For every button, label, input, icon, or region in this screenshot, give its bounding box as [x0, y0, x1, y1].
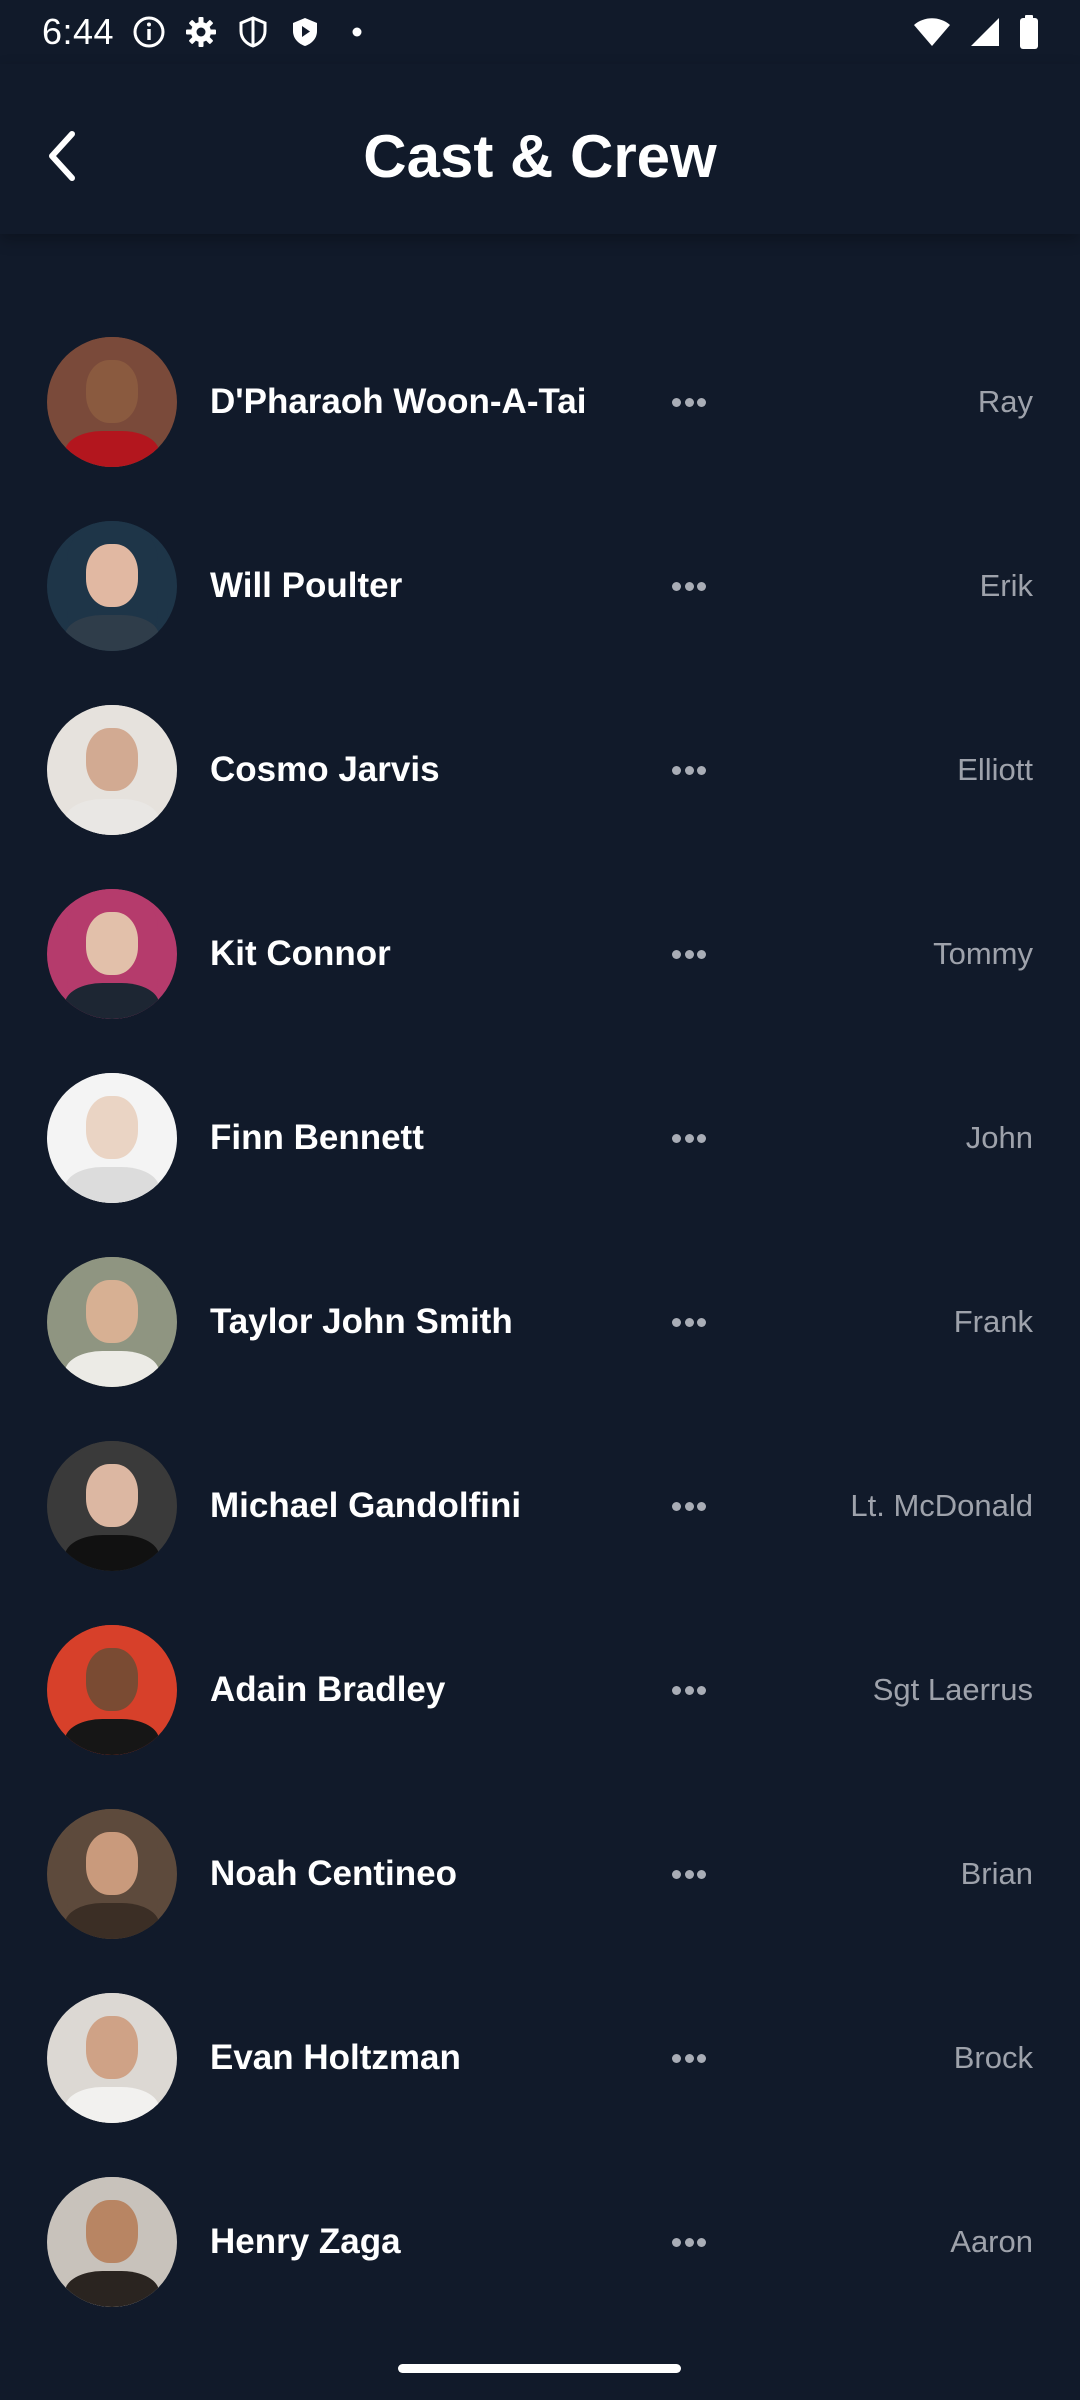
actor-name: D'Pharaoh Woon-A-Tai [210, 382, 587, 421]
avatar [47, 1809, 177, 1939]
actor-name: Kit Connor [210, 934, 391, 973]
shield-icon [236, 15, 270, 49]
gear-icon [184, 15, 218, 49]
dot-icon [340, 15, 374, 49]
actor-name: Adain Bradley [210, 1670, 446, 1709]
status-time: 6:44 [42, 11, 115, 52]
actor-name: Henry Zaga [210, 2222, 401, 2261]
cast-row[interactable]: Will Poulter Erik [0, 494, 1080, 678]
character-name: Brian [960, 1856, 1033, 1891]
cast-row[interactable]: Taylor John Smith Frank [0, 1230, 1080, 1414]
more-horizontal-icon[interactable] [672, 1864, 706, 1884]
cast-list: D'Pharaoh Woon-A-Tai Ray Will Poulter Er… [0, 310, 1080, 2334]
more-horizontal-icon[interactable] [672, 1128, 706, 1148]
avatar [47, 1993, 177, 2123]
cast-row[interactable]: Michael Gandolfini Lt. McDonald [0, 1414, 1080, 1598]
avatar [47, 1441, 177, 1571]
info-icon [132, 15, 166, 49]
more-horizontal-icon[interactable] [672, 760, 706, 780]
home-indicator[interactable] [398, 2364, 681, 2373]
character-name: Aaron [950, 2224, 1033, 2259]
cast-row[interactable]: Finn Bennett John [0, 1046, 1080, 1230]
status-bar: 6:44 [0, 0, 1080, 64]
actor-name: Michael Gandolfini [210, 1486, 522, 1525]
more-horizontal-icon[interactable] [672, 2048, 706, 2068]
avatar [47, 337, 177, 467]
header: Cast & Crew [0, 64, 1080, 234]
play-shield-icon [288, 15, 322, 49]
avatar [47, 1073, 177, 1203]
avatar [47, 1257, 177, 1387]
wifi-icon [912, 15, 952, 49]
cast-row[interactable]: Noah Centineo Brian [0, 1782, 1080, 1966]
character-name: Tommy [933, 936, 1033, 971]
more-horizontal-icon[interactable] [672, 1496, 706, 1516]
character-name: Sgt Laerrus [872, 1672, 1033, 1707]
cast-row[interactable]: Henry Zaga Aaron [0, 2150, 1080, 2334]
cast-row[interactable]: Cosmo Jarvis Elliott [0, 678, 1080, 862]
more-horizontal-icon[interactable] [672, 1680, 706, 1700]
cast-row[interactable]: Evan Holtzman Brock [0, 1966, 1080, 2150]
avatar [47, 705, 177, 835]
status-left: 6:44 [42, 11, 374, 53]
cast-row[interactable]: Kit Connor Tommy [0, 862, 1080, 1046]
actor-name: Taylor John Smith [210, 1302, 513, 1341]
actor-name: Cosmo Jarvis [210, 750, 440, 789]
actor-name: Noah Centineo [210, 1854, 457, 1893]
more-horizontal-icon[interactable] [672, 576, 706, 596]
actor-name: Evan Holtzman [210, 2038, 461, 2077]
character-name: Brock [953, 2040, 1033, 2075]
status-right [912, 15, 1040, 49]
cast-row[interactable]: D'Pharaoh Woon-A-Tai Ray [0, 310, 1080, 494]
actor-name: Will Poulter [210, 566, 403, 605]
cast-row[interactable]: Adain Bradley Sgt Laerrus [0, 1598, 1080, 1782]
character-name: Ray [977, 384, 1033, 419]
character-name: Lt. McDonald [850, 1488, 1033, 1523]
character-name: John [965, 1120, 1033, 1155]
character-name: Frank [953, 1304, 1033, 1339]
more-horizontal-icon[interactable] [672, 944, 706, 964]
avatar [47, 889, 177, 1019]
signal-icon [968, 15, 1002, 49]
character-name: Erik [979, 568, 1033, 603]
page-title: Cast & Crew [363, 123, 717, 190]
actor-name: Finn Bennett [210, 1118, 424, 1157]
avatar [47, 1625, 177, 1755]
battery-icon [1018, 15, 1040, 49]
more-horizontal-icon[interactable] [672, 1312, 706, 1332]
more-horizontal-icon[interactable] [672, 392, 706, 412]
character-name: Elliott [957, 752, 1033, 787]
more-horizontal-icon[interactable] [672, 2232, 706, 2252]
avatar [47, 2177, 177, 2307]
avatar [47, 521, 177, 651]
